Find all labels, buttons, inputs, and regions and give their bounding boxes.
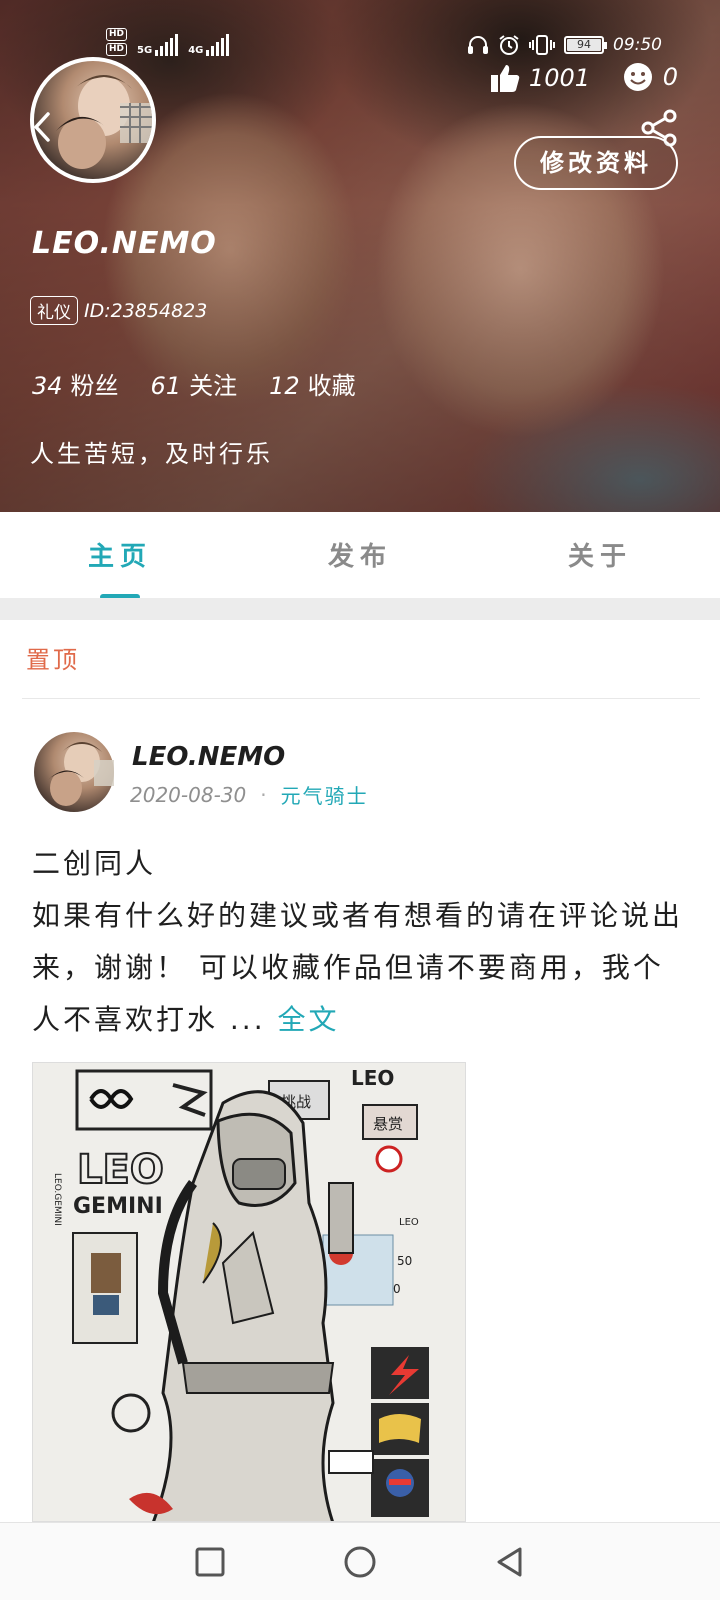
meta-separator: ·: [260, 782, 267, 807]
read-more-link[interactable]: 全文: [278, 1003, 340, 1036]
post-author-name[interactable]: LEO.NEMO: [132, 742, 285, 772]
back-icon[interactable]: [30, 110, 54, 144]
edit-profile-button[interactable]: 修改资料: [514, 136, 678, 190]
post-meta: 2020-08-30 · 元气骑士: [130, 780, 369, 809]
art-text: LEO.GEMINI: [52, 1173, 62, 1226]
art-text: 悬赏: [373, 1115, 403, 1133]
art-text: 50: [397, 1254, 412, 1268]
likes-count: 1001: [528, 64, 590, 92]
profile-bio: 人生苦短，及时行乐: [30, 440, 273, 468]
divider: [22, 698, 700, 699]
art-text: GEMINI: [73, 1194, 163, 1219]
profile-username: LEO.NEMO: [32, 226, 217, 261]
headset-icon: [468, 36, 488, 54]
smiley-icon: [623, 63, 652, 91]
art-text: LEO: [77, 1147, 164, 1193]
triangle-back-icon: [497, 1547, 522, 1577]
circle-icon: [344, 1546, 376, 1578]
profile-tabs: 主页 发布 关于: [0, 512, 720, 600]
post-body[interactable]: 二创同人 如果有什么好的建议或者有想看的请在评论说出来，谢谢！ 可以收藏作品但请…: [32, 838, 692, 1046]
vibrate-icon: [529, 35, 555, 55]
tab-about[interactable]: 关于: [480, 512, 720, 596]
stat-favorites[interactable]: 12 收藏: [269, 366, 356, 401]
alarm-icon: [499, 35, 519, 55]
nav-recents-button[interactable]: [135, 1523, 285, 1600]
art-text: LEO: [399, 1217, 419, 1228]
post-topic-tag[interactable]: 元气骑士: [281, 780, 369, 809]
hd-badge-2: HD: [106, 43, 128, 56]
section-divider: [0, 598, 720, 620]
post-date: 2020-08-30: [130, 782, 247, 807]
stat-followers[interactable]: 34 粉丝: [32, 366, 119, 401]
post-title-line: 二创同人: [32, 847, 157, 880]
stat-following[interactable]: 61 关注: [151, 366, 238, 401]
pinned-label: 置顶: [26, 646, 80, 674]
status-bar-left: HD HD 5G 4G: [106, 28, 230, 56]
thumbs-up-icon: [490, 65, 520, 92]
etiquette-badge[interactable]: 礼仪: [30, 296, 78, 325]
battery-icon: 94: [564, 36, 607, 54]
square-icon: [195, 1547, 225, 1577]
user-id: ID:23854823: [84, 299, 208, 322]
nav-back-button[interactable]: [435, 1523, 585, 1600]
nav-home-button[interactable]: [285, 1523, 435, 1600]
profile-stats: 34 粉丝 61 关注 12 收藏: [32, 366, 356, 401]
post-artwork-image[interactable]: LEO GEMINI LEO.GEMINI 挑战 悬赏 LEO LEO 50 0: [32, 1062, 466, 1522]
smiley-count: 0: [662, 63, 678, 91]
smiley-counter[interactable]: 0: [623, 62, 678, 92]
likes-counter[interactable]: 1001: [489, 62, 590, 94]
status-bar-right: 94 09:50: [467, 34, 662, 56]
tab-posts[interactable]: 发布: [240, 512, 480, 596]
clock: 09:50: [613, 35, 662, 55]
network-4g: 4G: [188, 45, 204, 56]
system-nav-bar: [0, 1522, 720, 1600]
hd-badge-1: HD: [106, 28, 128, 41]
art-text: LEO: [351, 1066, 394, 1090]
art-text: 0: [393, 1282, 401, 1296]
tab-home[interactable]: 主页: [0, 512, 240, 600]
battery-level: 94: [577, 38, 591, 51]
post-author-avatar[interactable]: [34, 732, 114, 812]
network-5g: 5G: [137, 45, 153, 56]
signal-icon: [155, 34, 179, 56]
profile-cover: HD HD 5G 4G 94 09:50 1001 0 修改资料 LEO.NEM…: [0, 0, 720, 512]
post-text: 如果有什么好的建议或者有想看的请在评论说出来，谢谢！ 可以收藏作品但请不要商用，…: [32, 899, 684, 1036]
signal-icon: [206, 34, 230, 56]
profile-id-row: 礼仪 ID:23854823: [30, 296, 207, 325]
